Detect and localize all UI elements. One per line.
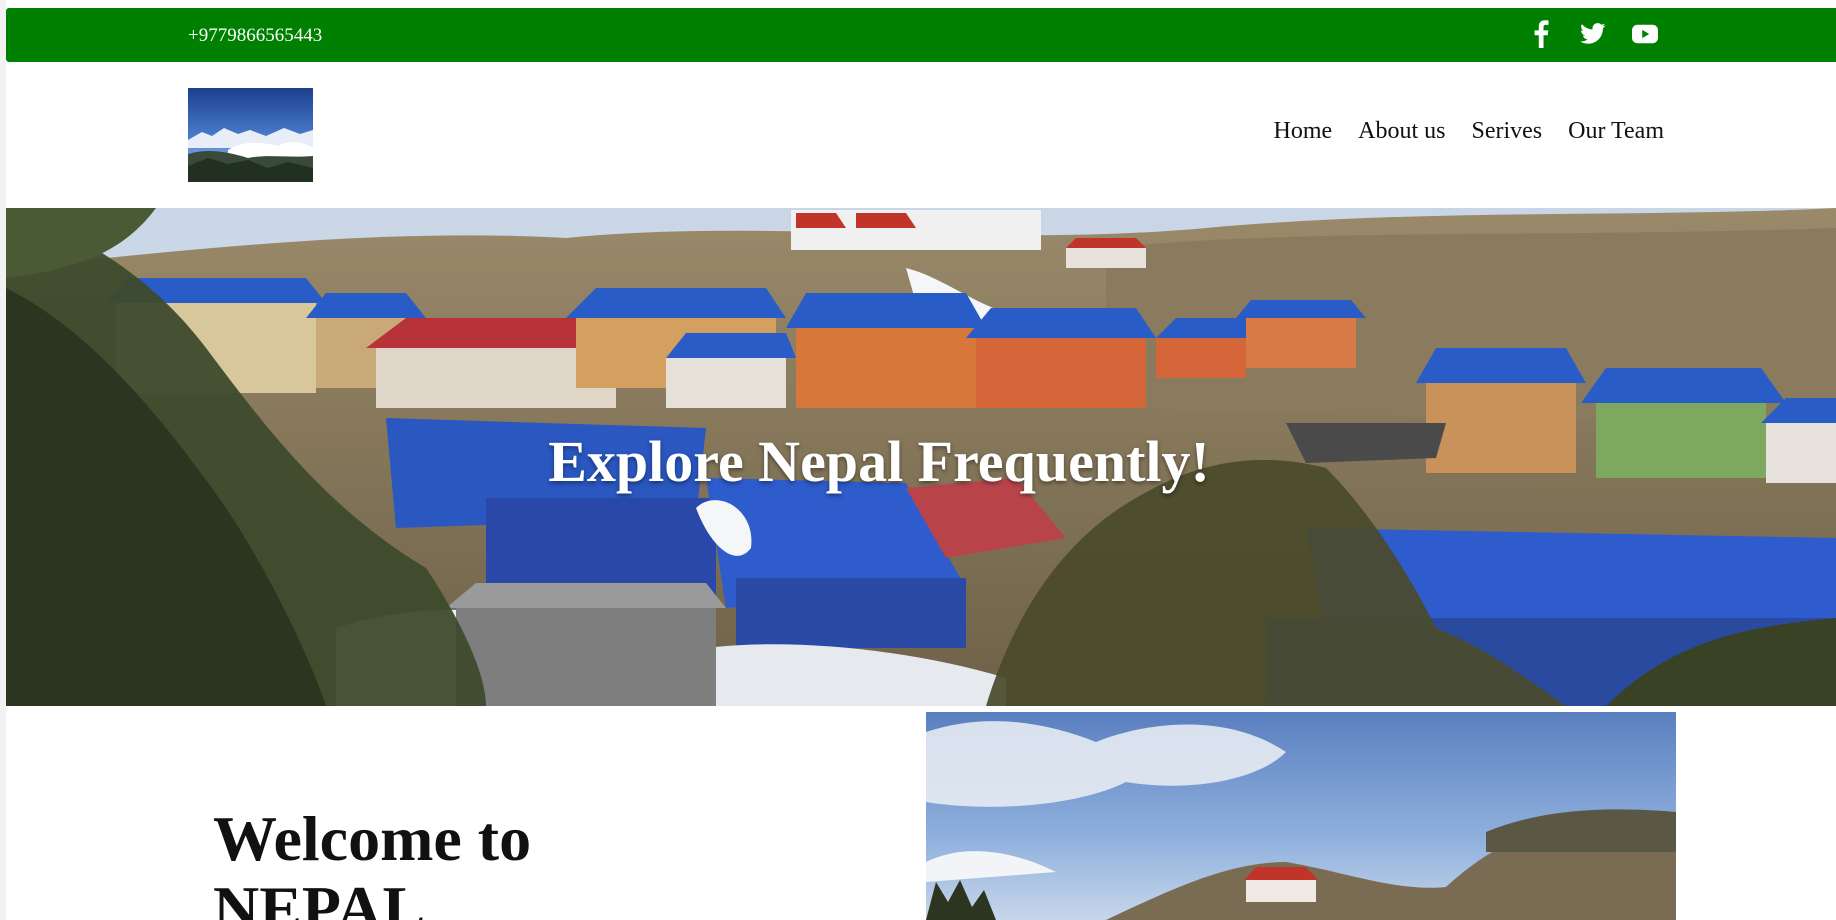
nav-our-team[interactable]: Our Team [1568,118,1664,145]
hero-title: Explore Nepal Frequently! [548,429,1210,494]
welcome-line-2: NEPAL [213,873,426,920]
welcome-image [926,712,1676,920]
youtube-icon[interactable] [1632,19,1658,49]
nav-services[interactable]: Serives [1471,118,1542,145]
page: +9779866565443 Home About us Serives Our… [0,0,1836,920]
twitter-icon[interactable] [1580,19,1606,49]
contact-bar: +9779866565443 [6,8,1836,62]
hero-banner: Explore Nepal Frequently! [6,208,1836,706]
logo-image[interactable] [188,88,313,182]
site-header: Home About us Serives Our Team [6,62,1836,208]
nav-home[interactable]: Home [1273,118,1332,145]
social-links [1528,19,1658,49]
main-nav: Home About us Serives Our Team [1273,118,1664,145]
top-strip [6,0,1836,8]
welcome-line-1: Welcome to [213,803,532,874]
phone-number: +9779866565443 [188,25,323,46]
welcome-heading: Welcome to NEPAL [213,804,713,920]
facebook-icon[interactable] [1528,19,1554,49]
nav-about-us[interactable]: About us [1358,118,1445,145]
